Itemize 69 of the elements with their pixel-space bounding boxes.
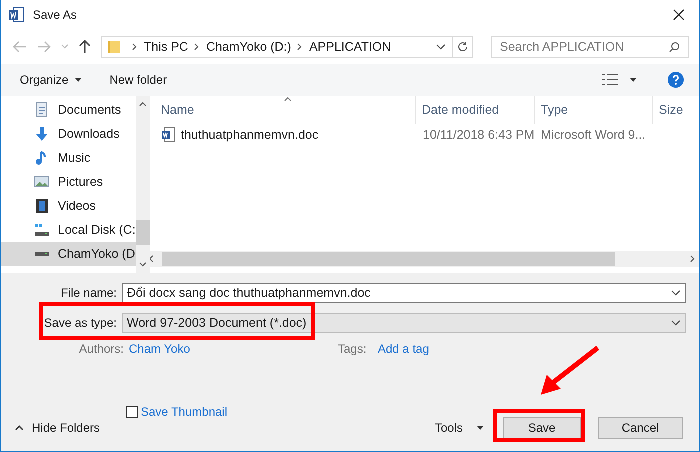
chevron-down-icon[interactable] bbox=[138, 262, 147, 267]
chevron-right-icon bbox=[194, 43, 200, 51]
column-header[interactable]: Name bbox=[145, 96, 415, 124]
new-folder-button[interactable]: New folder bbox=[110, 71, 168, 89]
column-header[interactable]: Size bbox=[652, 96, 699, 124]
window-title: Save As bbox=[33, 7, 78, 24]
chevron-right-icon bbox=[132, 43, 138, 51]
breadcrumb[interactable]: This PC bbox=[144, 38, 188, 56]
nav-item[interactable]: Music bbox=[1, 146, 136, 170]
film-icon bbox=[34, 198, 50, 214]
field-label: Tags: bbox=[338, 341, 368, 358]
chevron-up-icon[interactable] bbox=[138, 102, 147, 107]
pictures-icon bbox=[34, 174, 50, 190]
table-cell-text: Microsoft Word 9... bbox=[540, 126, 647, 144]
chevron-up-icon bbox=[15, 425, 24, 431]
nav-item[interactable]: Local Disk (C: bbox=[1, 218, 136, 242]
chevron-down-icon bbox=[671, 320, 681, 326]
nav-item[interactable]: ChamYoko (D bbox=[1, 242, 136, 266]
authors-link[interactable]: Cham Yoko bbox=[129, 340, 338, 358]
search-input[interactable]: Search APPLICATION bbox=[500, 38, 669, 56]
chevron-right-icon bbox=[297, 43, 304, 51]
help-icon[interactable] bbox=[668, 72, 684, 88]
tools-button[interactable]: Tools bbox=[434, 419, 484, 437]
save-button[interactable]: Save bbox=[503, 417, 581, 439]
scrollbar-thumb[interactable] bbox=[136, 220, 150, 244]
close-icon[interactable] bbox=[673, 9, 685, 21]
sort-caret-icon bbox=[284, 97, 292, 102]
document-icon bbox=[34, 102, 50, 118]
view-options-icon[interactable] bbox=[602, 74, 618, 86]
nav-item[interactable]: Documents bbox=[1, 98, 136, 122]
cancel-button[interactable]: Cancel bbox=[598, 417, 683, 439]
caret-icon bbox=[74, 78, 82, 82]
add-tag-link[interactable]: Add a tag bbox=[378, 340, 430, 358]
drive-icon bbox=[34, 251, 50, 257]
chevron-left-icon[interactable] bbox=[149, 255, 154, 263]
chevron-down-icon[interactable] bbox=[436, 44, 446, 50]
address-bar[interactable]: This PC ChamYoko (D:) APPLICATION bbox=[101, 36, 473, 58]
folder-icon bbox=[107, 40, 121, 54]
file-name[interactable]: thuthuatphanmemvn.doc bbox=[181, 126, 319, 144]
search-icon bbox=[669, 42, 680, 52]
organize-button[interactable]: Organize bbox=[20, 71, 82, 89]
down-arrow-icon bbox=[34, 126, 50, 142]
column-header[interactable]: Date modified bbox=[415, 96, 534, 124]
word-document-icon bbox=[161, 127, 177, 143]
scrollbar-thumb[interactable] bbox=[162, 252, 615, 266]
field-label: Authors: bbox=[78, 341, 125, 358]
caret-icon bbox=[477, 426, 484, 430]
checkbox[interactable] bbox=[126, 406, 138, 418]
hide-folders-button[interactable]: Hide Folders bbox=[15, 419, 100, 437]
breadcrumb[interactable]: ChamYoko (D:) bbox=[206, 38, 292, 56]
scrollbar[interactable] bbox=[136, 96, 150, 273]
field-label: Save as type: bbox=[43, 315, 118, 332]
field-label: File name: bbox=[60, 285, 118, 302]
nav-item[interactable]: Videos bbox=[1, 194, 136, 218]
chevron-down-icon[interactable] bbox=[671, 290, 681, 296]
caret-icon[interactable] bbox=[630, 78, 637, 82]
refresh-icon bbox=[456, 41, 468, 53]
nav-item[interactable]: Downloads bbox=[1, 122, 136, 146]
nav-item[interactable]: Pictures bbox=[1, 170, 136, 194]
up-arrow-icon[interactable] bbox=[79, 40, 91, 54]
file-type-dropdown[interactable]: Word 97-2003 Document (*.doc) bbox=[122, 313, 686, 333]
word-logo-icon bbox=[9, 7, 25, 23]
checkbox-label[interactable]: Save Thumbnail bbox=[141, 403, 228, 421]
drive-icon bbox=[34, 222, 50, 238]
breadcrumb[interactable]: APPLICATION bbox=[309, 38, 392, 56]
search-field[interactable]: Search APPLICATION bbox=[491, 36, 689, 58]
table-cell-text: 10/11/2018 6:43 PM bbox=[422, 126, 534, 144]
column-header[interactable]: Type bbox=[534, 96, 652, 124]
chevron-right-icon[interactable] bbox=[690, 255, 695, 263]
